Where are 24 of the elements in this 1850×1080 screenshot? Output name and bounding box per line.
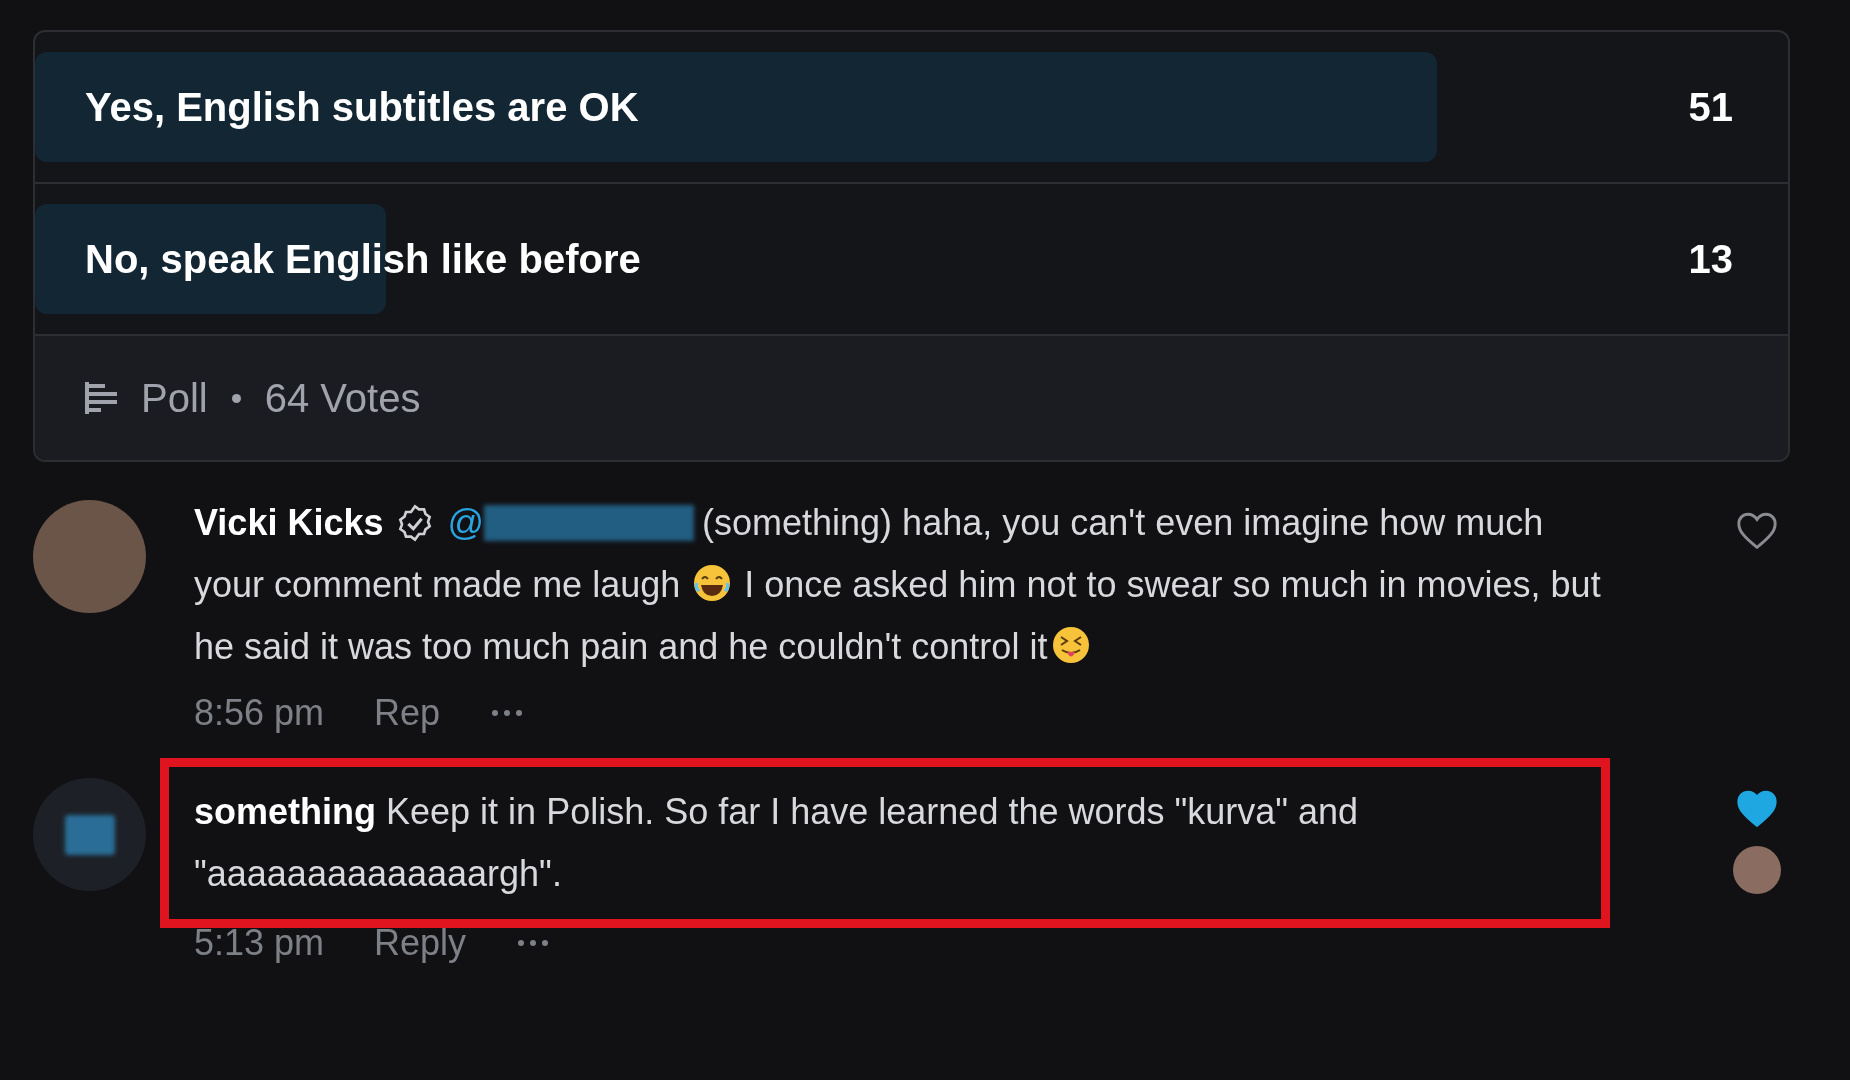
blurred-avatar-icon <box>64 814 115 855</box>
author-name[interactable]: Vicki Kicks <box>194 502 384 543</box>
mention-link[interactable]: @ <box>447 502 485 543</box>
tongue-emoji-icon <box>1051 625 1092 665</box>
vote-count: 51 <box>1688 84 1733 131</box>
comment-time: 8:56 pm <box>194 691 325 735</box>
more-icon[interactable] <box>490 708 525 718</box>
option-label: No, speak English like before <box>85 236 641 283</box>
comment-text: Vicki Kicks @ (something) haha, you can't even imagine how much your comment made me laugh I once asked him not to swear so much in movies, but he said it was too much pain and he couldn't control it <box>194 501 1602 669</box>
heart-icon[interactable] <box>1735 788 1779 828</box>
vote-total: 64 Votes <box>264 375 421 422</box>
heart-icon[interactable] <box>1735 510 1779 550</box>
reply-link[interactable]: Rep <box>374 686 441 740</box>
more-icon[interactable] <box>516 938 551 948</box>
comment-time: 5:13 pm <box>194 921 325 965</box>
laughing-emoji-icon <box>692 563 733 603</box>
vote-count: 13 <box>1688 236 1733 283</box>
poll-option[interactable]: Yes, English subtitles are OK 51 <box>35 32 1788 184</box>
poll-label: Poll <box>141 375 208 422</box>
author-name[interactable]: something <box>194 791 376 832</box>
option-label: Yes, English subtitles are OK <box>85 84 639 131</box>
reply-link[interactable]: Reply <box>374 916 467 970</box>
poll-option[interactable]: No, speak English like before 13 <box>35 184 1788 336</box>
comment-text: something Keep it in Polish. So far I have learned the words "kurva" and "aaaaaaaaaaaaaargh". <box>194 790 1360 896</box>
